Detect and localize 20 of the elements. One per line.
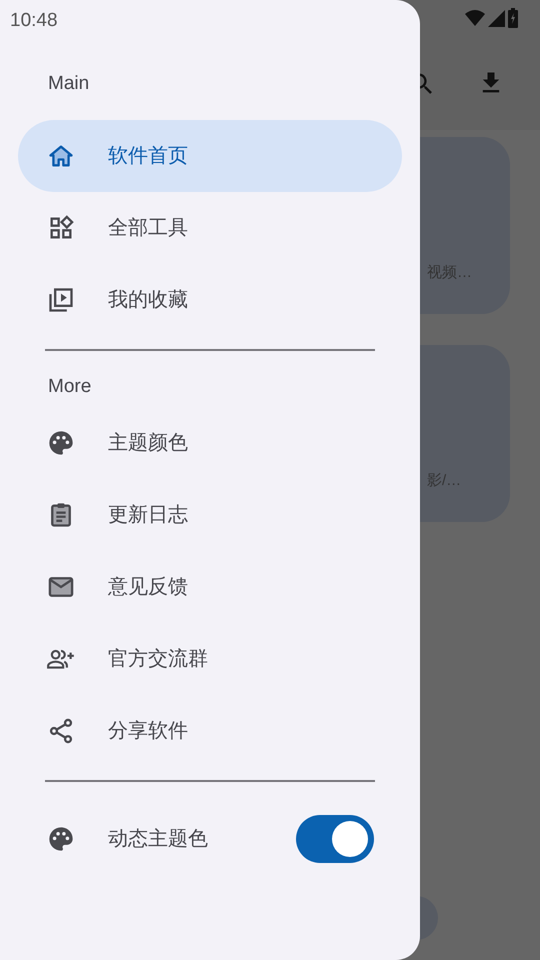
drawer-item[interactable]: 软件首页 [18,120,402,192]
palette-icon [47,825,75,853]
drawer-item[interactable]: 更新日志 [18,479,402,551]
video-library-icon [47,286,75,314]
section-header: More [47,374,92,399]
drawer-item[interactable]: 主题颜色 [18,407,402,479]
section-header: Main [47,72,90,96]
wifi-icon [465,9,485,27]
toggle-label: 动态主题色 [108,827,209,852]
signal-icon [488,10,505,26]
status-time: 10:48 [10,9,58,33]
share-icon [47,717,75,745]
palette-icon [47,429,75,457]
drawer-item[interactable]: 官方交流群 [18,623,402,695]
drawer-item[interactable]: 分享软件 [18,695,402,767]
battery-icon [508,8,518,28]
toggle-switch[interactable] [296,815,374,863]
drawer-item[interactable]: 我的收藏 [18,264,402,336]
drawer-item[interactable]: 全部工具 [18,192,402,264]
drawer-item[interactable]: 意见反馈 [18,551,402,623]
